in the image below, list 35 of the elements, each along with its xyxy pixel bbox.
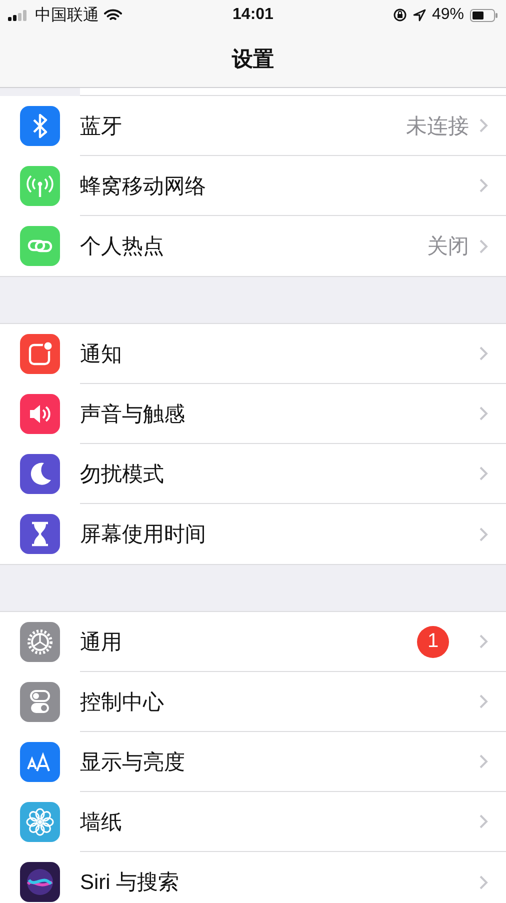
row-label: 声音与触感 [80,402,186,428]
battery-percent: 49% [432,6,464,24]
rotation-lock-icon [392,8,407,22]
chevron-icon [479,346,488,361]
notification-badge: 1 [417,626,449,658]
row-label: 通用 [80,630,123,656]
chevron-icon [479,466,488,481]
row-label: 控制中心 [80,690,165,716]
row-label: 屏幕使用时间 [80,522,207,548]
row-value: 未连接 [406,114,469,140]
battery-icon [470,8,498,22]
row-label: 蓝牙 [80,114,123,140]
chevron-icon [479,118,488,133]
chevron-icon [479,526,488,542]
chevron-icon [479,634,488,649]
page-title: 设置 [232,46,274,72]
row-label: 通知 [80,342,123,368]
clock-time: 14:01 [232,6,274,24]
carrier-name: 中国联通 [35,6,99,26]
chevron-icon [479,754,488,769]
location-arrow-icon [412,8,426,22]
chevron-icon [479,238,488,254]
row-label: 蜂窝移动网络 [80,174,207,200]
row-label: 勿扰模式 [80,462,165,488]
row-value: 关闭 [427,234,469,260]
chevron-icon [479,874,488,890]
row-label: 个人热点 [80,234,165,260]
row-label: Siri 与搜索 [80,870,180,896]
row-label: 墙纸 [80,810,123,836]
chevron-icon [479,814,488,829]
chevron-icon [479,178,488,193]
row-label: 显示与亮度 [80,750,186,776]
wifi-icon [104,8,122,22]
chevron-icon [479,694,488,709]
chevron-icon [479,406,488,421]
